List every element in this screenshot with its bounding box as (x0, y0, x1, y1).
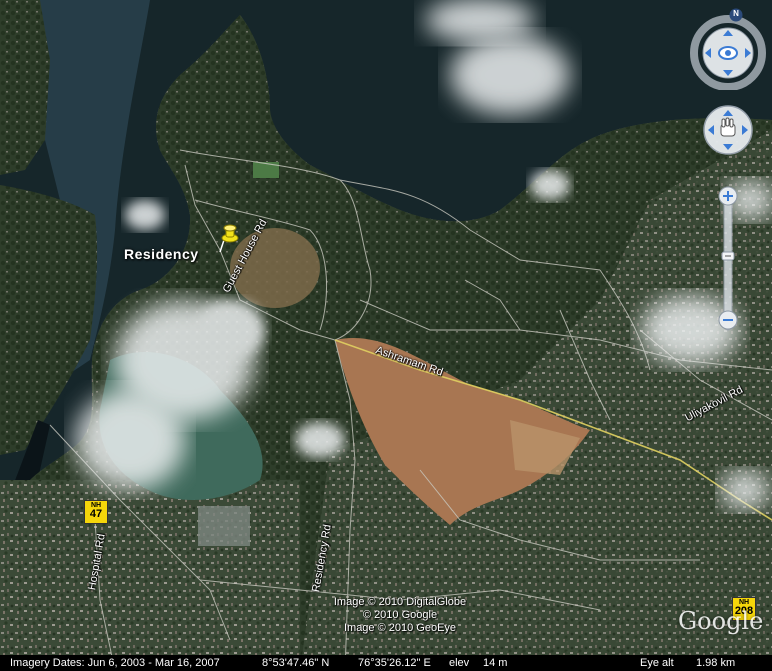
place-label-residency[interactable]: Residency (124, 246, 199, 262)
look-control[interactable]: N (690, 8, 768, 95)
eye-altitude-label: Eye alt (640, 657, 674, 669)
credit-geoeye: Image © 2010 GeoEye (343, 622, 457, 634)
zoom-slider[interactable] (716, 184, 740, 339)
longitude-readout: 76°35'26.12" E (358, 657, 431, 669)
eye-altitude-value: 1.98 km (696, 657, 736, 669)
building-block (198, 506, 250, 546)
latitude-readout: 8°53'47.46" N (262, 657, 330, 669)
satellite-map[interactable]: Residency Guest House Rd Ashramam Rd Uli… (0, 0, 772, 671)
imagery-credits: Image © 2010 DigitalGlobe © 2010 Google … (300, 596, 500, 635)
move-control[interactable] (702, 104, 754, 161)
google-logo: Google (678, 607, 764, 635)
elevation-value: 14 m (483, 657, 508, 669)
nh47-shield: NH 47 (84, 500, 108, 524)
imagery-dates: Imagery Dates: Jun 6, 2003 - Mar 16, 200… (10, 657, 220, 669)
hand-icon[interactable] (720, 117, 736, 137)
status-bar: Imagery Dates: Jun 6, 2003 - Mar 16, 200… (0, 655, 772, 671)
tennis-court (253, 162, 279, 178)
north-label: N (733, 9, 739, 18)
placemark-pin-icon[interactable] (218, 224, 240, 259)
nh47-number: 47 (89, 508, 103, 520)
southern-town (0, 480, 300, 671)
credit-digitalglobe: Image © 2010 DigitalGlobe (333, 596, 467, 608)
elevation-label: elev (449, 657, 470, 669)
satellite-imagery (0, 0, 772, 671)
credit-google: © 2010 Google (362, 609, 438, 621)
